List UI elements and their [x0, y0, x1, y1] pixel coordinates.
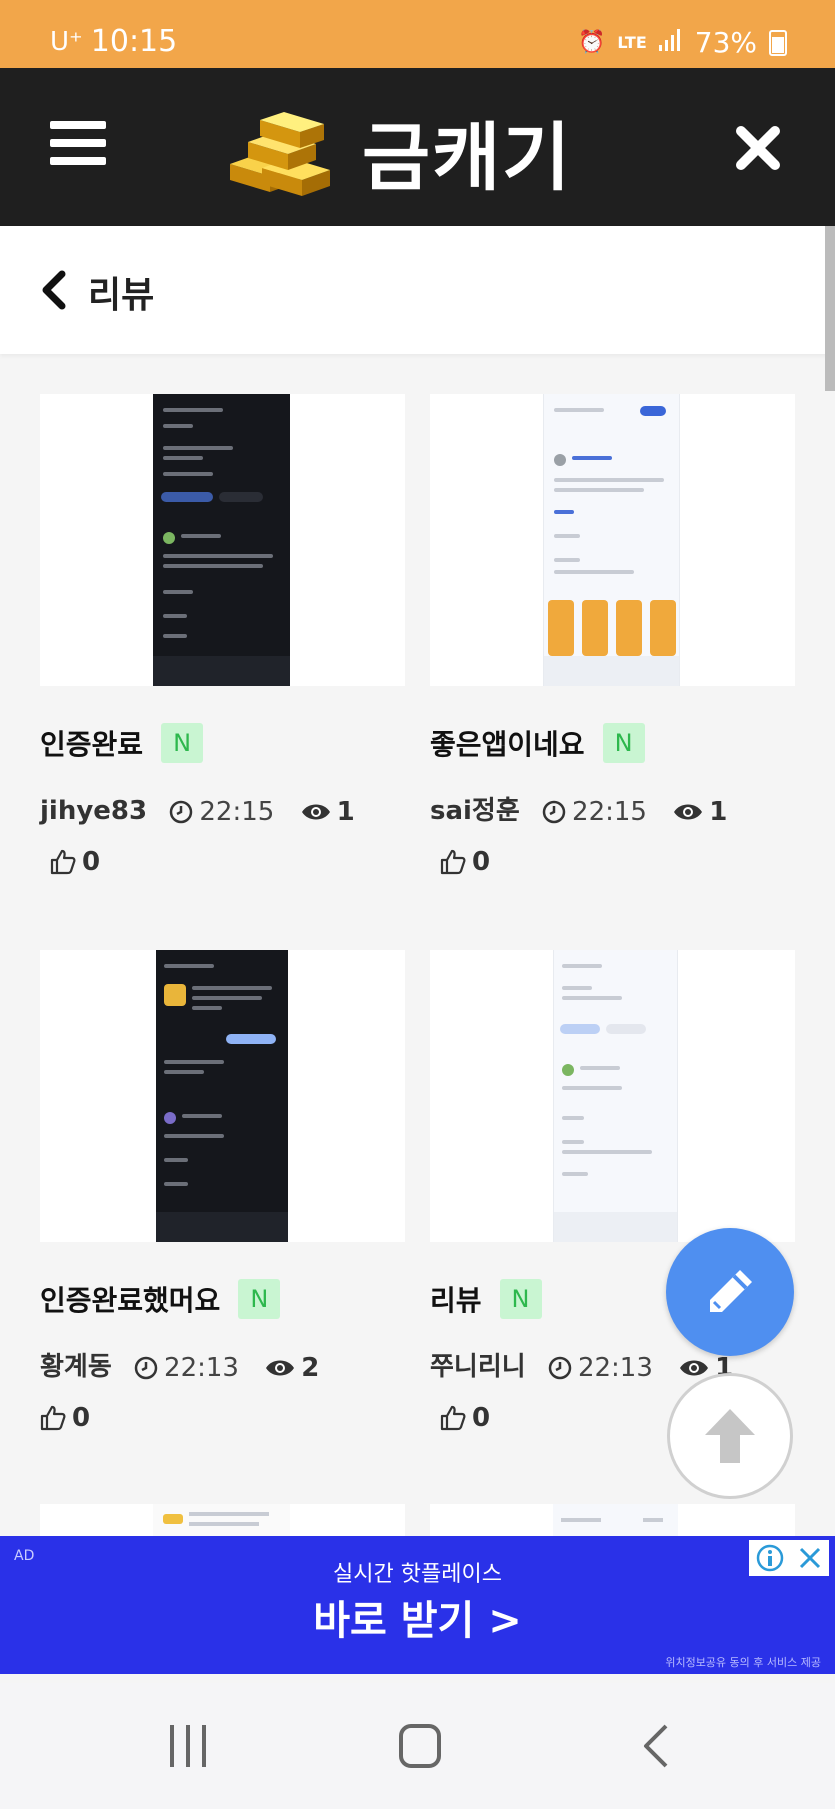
review-card[interactable]: 인증완료 N jihye83 22:15 1 0 [40, 394, 405, 887]
author-name[interactable]: 황계동 [40, 1352, 112, 1382]
eye-icon [674, 804, 703, 819]
thumbs-up-icon[interactable] [40, 1405, 66, 1431]
menu-icon-bar [50, 139, 106, 147]
clock: 10:15 [90, 24, 178, 59]
back-icon[interactable] [640, 1723, 670, 1769]
app-logo[interactable]: 금캐기 [220, 98, 572, 205]
new-badge: N [238, 1279, 281, 1319]
battery-icon [769, 29, 787, 56]
author-name[interactable]: sai정훈 [430, 796, 520, 826]
post-time: 22:15 [199, 796, 275, 827]
scrollbar[interactable] [825, 226, 835, 391]
system-nav-bar [0, 1683, 835, 1809]
author-name[interactable]: jihye83 [40, 796, 147, 826]
screenshot-image [153, 394, 290, 686]
clock-icon [134, 1356, 158, 1379]
like-count: 0 [82, 847, 101, 877]
review-thumbnail[interactable] [430, 394, 795, 686]
ad-disclaimer: 위치정보공유 동의 후 서비스 제공 [665, 1656, 821, 1669]
view-count: 1 [709, 796, 728, 827]
signal-icon [658, 28, 683, 57]
ad-banner[interactable]: AD 실시간 핫플레이스 바로 받기 > 위치정보공유 동의 후 서비스 제공 [0, 1536, 835, 1674]
clock-icon [548, 1356, 572, 1379]
review-title[interactable]: 인증완료했머요 [40, 1279, 220, 1319]
ad-cta[interactable]: 바로 받기 > [0, 1588, 835, 1646]
like-count: 0 [72, 1403, 91, 1433]
author-name[interactable]: 쭈니리니 [430, 1352, 526, 1382]
clock-icon [170, 800, 193, 823]
info-icon[interactable] [756, 1544, 784, 1572]
review-meta: jihye83 22:15 1 0 [40, 786, 405, 887]
alarm-icon: ⏰ [577, 30, 606, 55]
like-count: 0 [472, 847, 491, 877]
view-count: 2 [301, 1352, 320, 1383]
thumbs-up-icon[interactable] [440, 849, 466, 875]
subheader: 리뷰 [0, 226, 835, 354]
screenshot-image [156, 950, 288, 1242]
like-count: 0 [472, 1403, 491, 1433]
menu-icon-bar [50, 157, 106, 165]
eye-icon [266, 1360, 295, 1375]
post-time: 22:15 [572, 796, 647, 827]
close-icon [736, 126, 780, 170]
post-time: 22:13 [577, 1352, 653, 1383]
menu-icon-bar [50, 121, 106, 129]
recent-apps-icon[interactable] [166, 1723, 210, 1769]
post-time: 22:13 [164, 1352, 239, 1383]
write-post-button[interactable] [666, 1228, 794, 1356]
review-meta: sai정훈 22:15 1 0 [430, 786, 795, 887]
clock-icon [542, 800, 566, 823]
close-button[interactable] [733, 123, 783, 173]
carrier-label: U⁺ [50, 26, 83, 57]
scroll-to-top-button[interactable] [667, 1373, 793, 1499]
review-title[interactable]: 좋은앱이네요 [430, 723, 585, 763]
review-card[interactable]: 좋은앱이네요 N sai정훈 22:15 1 0 [430, 394, 795, 887]
arrow-up-icon [705, 1409, 755, 1463]
ad-controls [749, 1540, 829, 1576]
status-bar: U⁺ 10:15 ⏰ LTE 73% [0, 0, 835, 68]
review-title[interactable]: 인증완료 [40, 723, 143, 763]
new-badge: N [602, 723, 645, 763]
thumbs-up-icon[interactable] [440, 1405, 466, 1431]
review-thumbnail[interactable] [430, 950, 795, 1242]
eye-icon [680, 1360, 709, 1375]
thumbs-up-icon[interactable] [50, 849, 76, 875]
home-icon[interactable] [398, 1723, 442, 1769]
new-badge: N [161, 723, 204, 763]
app-name: 금캐기 [362, 115, 573, 201]
back-chevron-icon[interactable] [40, 270, 68, 310]
app-header: 금캐기 [0, 68, 835, 226]
menu-button[interactable] [50, 121, 106, 165]
review-thumbnail-partial[interactable] [40, 1504, 405, 1536]
network-label: LTE [617, 33, 647, 52]
pencil-icon [710, 1270, 752, 1312]
eye-icon [301, 804, 330, 819]
review-thumbnail[interactable] [40, 394, 405, 686]
review-title[interactable]: 리뷰 [430, 1279, 482, 1319]
review-thumbnail[interactable] [40, 950, 405, 1242]
ad-headline: 실시간 핫플레이스 [333, 1562, 502, 1587]
new-badge: N [499, 1279, 542, 1319]
gold-bars-icon [230, 111, 330, 196]
screenshot-image [553, 950, 678, 1242]
screenshot-image [543, 394, 680, 686]
review-card[interactable]: 인증완료했머요 N 황계동 22:13 2 0 [40, 950, 405, 1443]
review-meta: 황계동 22:13 2 0 [40, 1342, 405, 1443]
review-card[interactable]: 리뷰 N 쭈니리니 22:13 1 0 [430, 950, 795, 1443]
review-thumbnail-partial[interactable] [430, 1504, 795, 1536]
battery-percent: 73% [694, 26, 757, 59]
ad-close-icon[interactable] [797, 1545, 823, 1571]
page-title: 리뷰 [88, 275, 155, 316]
view-count: 1 [336, 796, 355, 827]
